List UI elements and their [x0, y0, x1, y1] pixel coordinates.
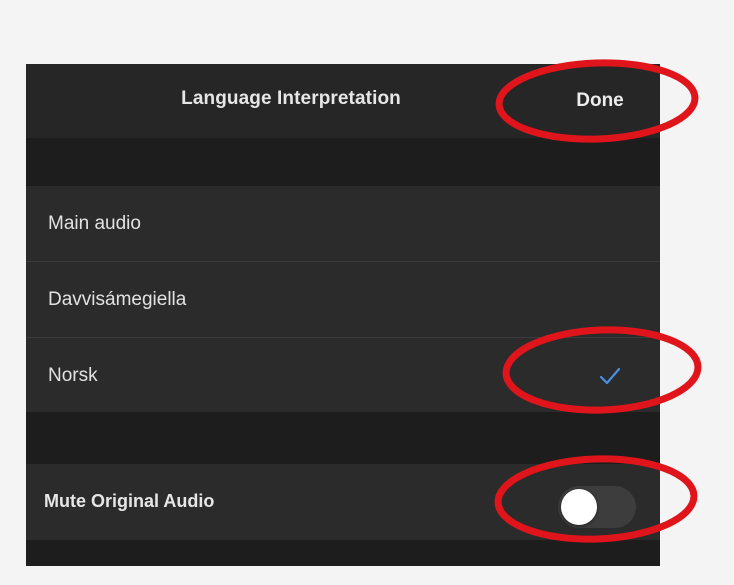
- language-interpretation-screen: Language Interpretation Done Main audio …: [26, 64, 660, 566]
- checkmark-icon: [599, 367, 621, 385]
- mute-original-audio-label: Mute Original Audio: [44, 491, 215, 511]
- section-spacer: [26, 138, 660, 186]
- screenshot-canvas: Language Interpretation Done Main audio …: [0, 0, 734, 585]
- language-option-label: Main audio: [48, 213, 141, 234]
- language-option-main-audio[interactable]: Main audio: [26, 186, 660, 262]
- section-spacer: [26, 412, 660, 464]
- language-option-label: Norsk: [48, 365, 98, 386]
- mute-original-audio-row: Mute Original Audio: [26, 464, 660, 540]
- language-list: Main audio Davvisámegiella Norsk: [26, 186, 660, 412]
- section-spacer: [26, 540, 660, 566]
- language-option-davvisamegiella[interactable]: Davvisámegiella: [26, 262, 660, 338]
- navigation-bar: Language Interpretation Done: [26, 64, 660, 138]
- language-option-label: Davvisámegiella: [48, 289, 187, 310]
- language-option-norsk[interactable]: Norsk: [26, 338, 660, 413]
- page-title: Language Interpretation: [181, 88, 401, 109]
- mute-original-audio-toggle[interactable]: [558, 486, 636, 528]
- toggle-knob: [561, 489, 597, 525]
- done-button[interactable]: Done: [556, 86, 644, 116]
